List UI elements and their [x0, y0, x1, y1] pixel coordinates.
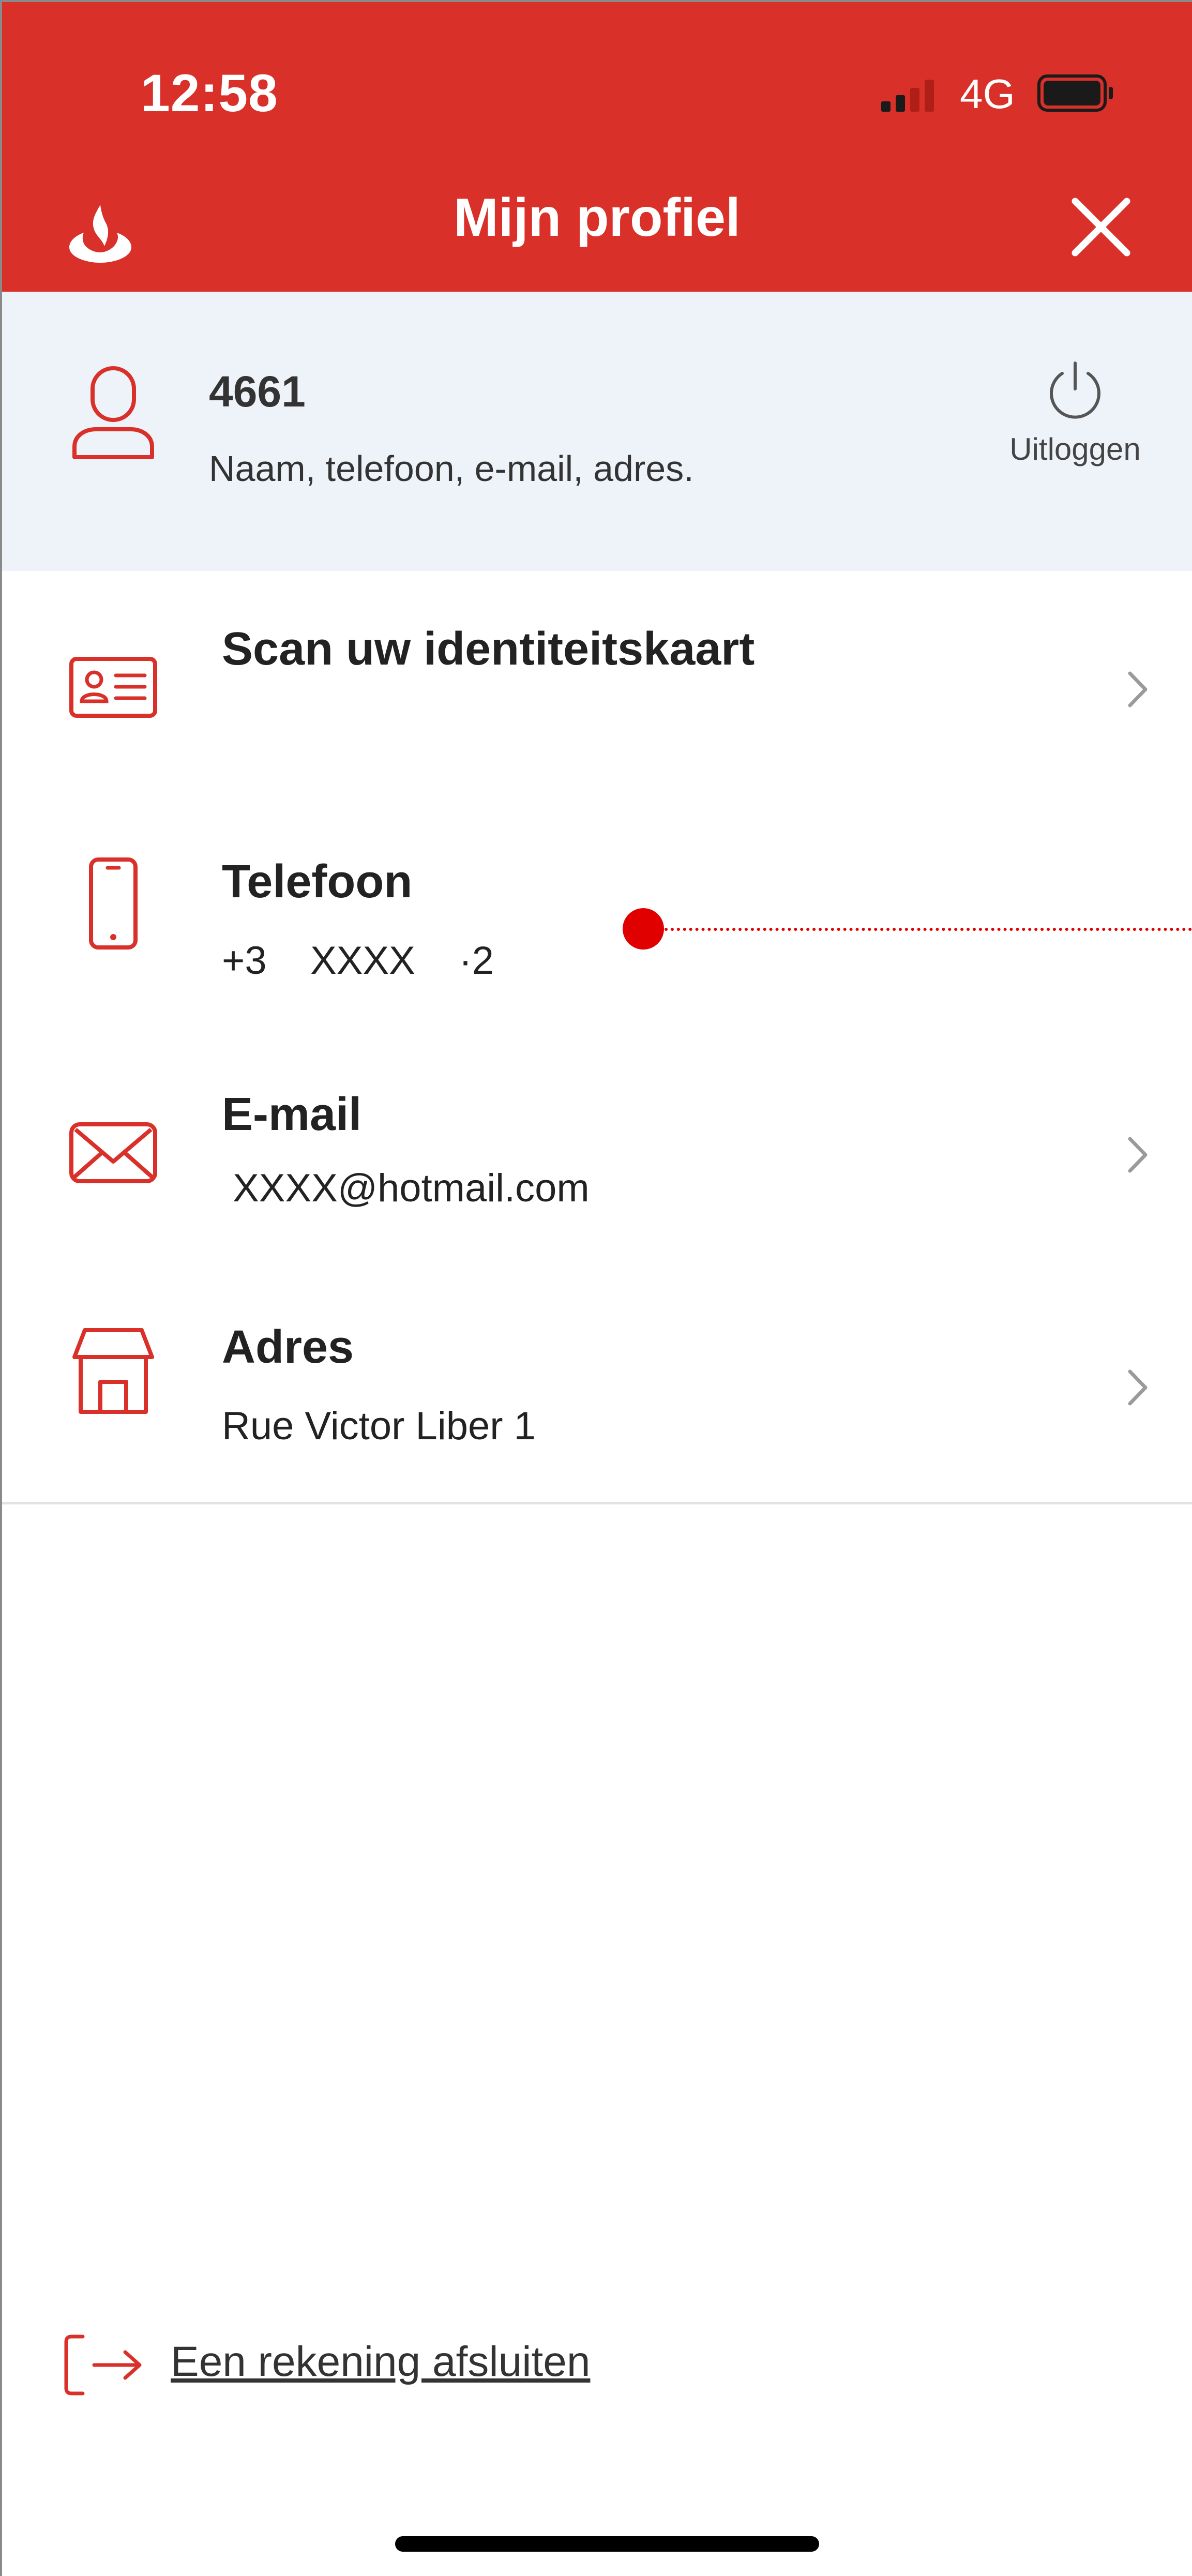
- exit-arrow-icon: [64, 2334, 142, 2396]
- logout-label: Uitloggen: [1009, 432, 1141, 466]
- row-title-email: E-mail: [222, 1089, 362, 1140]
- row-title-scan-id: Scan uw identiteitskaart: [222, 623, 755, 675]
- annotation-dot: [623, 908, 664, 950]
- row-address[interactable]: Adres Rue Victor Liber 1: [2, 1269, 1192, 1504]
- row-email[interactable]: E-mail XXXX@hotmail.com: [2, 1036, 1192, 1272]
- chevron-right-icon: [1128, 1137, 1148, 1173]
- mail-icon: [69, 1122, 157, 1183]
- store-icon: [72, 1328, 154, 1414]
- page-title: Mijn profiel: [454, 188, 741, 248]
- app-header: 12:58 4G Mijn profiel: [2, 2, 1192, 292]
- id-card-icon: [69, 657, 157, 718]
- annotation-dotted-line: [665, 928, 1192, 931]
- chevron-right-icon: [1128, 1369, 1148, 1406]
- user-icon: [72, 366, 154, 459]
- close-account-label: Een rekening afsluiten: [171, 2338, 591, 2385]
- row-value-phone: +3 XXXX ·2: [222, 939, 494, 983]
- row-title-address: Adres: [222, 1321, 354, 1373]
- status-time: 12:58: [141, 64, 278, 123]
- cellular-signal-icon: [881, 80, 934, 112]
- profile-card[interactable]: 4661 Naam, telefoon, e-mail, adres. Uitl…: [2, 292, 1192, 571]
- row-scan-id[interactable]: Scan uw identiteitskaart: [2, 571, 1192, 806]
- profile-id: 4661: [209, 367, 306, 416]
- network-type: 4G: [960, 71, 1015, 117]
- close-icon[interactable]: [1067, 193, 1135, 261]
- power-icon: [1050, 361, 1100, 419]
- phone-icon: [89, 857, 138, 950]
- row-value-address: Rue Victor Liber 1: [222, 1404, 536, 1448]
- home-indicator[interactable]: [395, 2536, 819, 2552]
- chevron-right-icon: [1128, 671, 1148, 707]
- row-value-email: XXXX@hotmail.com: [222, 1166, 590, 1210]
- row-phone[interactable]: Telefoon +3 XXXX ·2: [2, 804, 1192, 1039]
- battery-icon: [1037, 74, 1113, 112]
- logout-button[interactable]: Uitloggen: [995, 359, 1155, 483]
- row-title-phone: Telefoon: [222, 856, 413, 908]
- profile-subtitle: Naam, telefoon, e-mail, adres.: [209, 448, 694, 489]
